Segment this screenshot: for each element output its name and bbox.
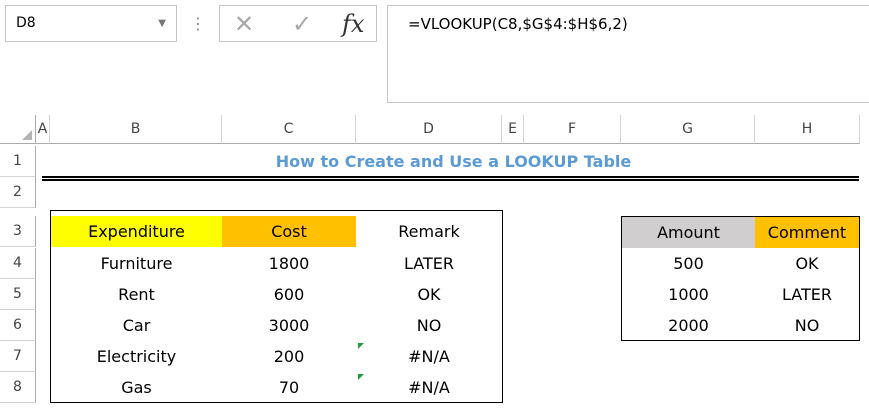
name-box-value: D8 <box>16 15 36 31</box>
drag-handle-icon[interactable]: ⋮ <box>190 14 206 34</box>
cell-amount[interactable]: 2000 <box>622 310 755 341</box>
cell-remark[interactable]: #N/A <box>356 341 502 372</box>
header-cost[interactable]: Cost <box>222 216 356 247</box>
header-remark[interactable]: Remark <box>356 216 502 247</box>
row-header-1[interactable]: 1 <box>0 146 36 177</box>
row-header-8[interactable]: 8 <box>0 372 36 403</box>
formula-input[interactable]: =VLOOKUP(C8,$G$4:$H$6,2) <box>387 5 869 103</box>
formula-text: =VLOOKUP(C8,$G$4:$H$6,2) <box>408 15 628 33</box>
column-header-d[interactable]: D <box>356 115 502 144</box>
formula-buttons: ✕ ✓ fx <box>219 5 377 42</box>
cell-expenditure[interactable]: Furniture <box>51 248 222 279</box>
cell-remark[interactable]: NO <box>356 310 502 341</box>
cell-cost[interactable]: 1800 <box>222 248 356 279</box>
column-header-a[interactable]: A <box>36 115 50 144</box>
cell-expenditure[interactable]: Rent <box>51 279 222 310</box>
row-header-5[interactable]: 5 <box>0 279 36 310</box>
cell-amount[interactable]: 500 <box>622 248 755 279</box>
column-header-h[interactable]: H <box>755 115 860 144</box>
select-all-icon <box>22 130 32 140</box>
cell-remark[interactable]: OK <box>356 279 502 310</box>
cell-cost[interactable]: 600 <box>222 279 356 310</box>
cell-expenditure[interactable]: Electricity <box>51 341 222 372</box>
insert-function-icon[interactable]: fx <box>342 6 364 43</box>
column-header-e[interactable]: E <box>502 115 524 144</box>
cell-comment[interactable]: OK <box>755 248 859 279</box>
title-double-underline <box>42 176 859 181</box>
header-comment[interactable]: Comment <box>755 217 859 248</box>
cell-remark-selected[interactable]: #N/A <box>356 372 502 403</box>
enter-icon[interactable]: ✓ <box>292 6 312 43</box>
row-header-4[interactable]: 4 <box>0 248 36 279</box>
cell-cost[interactable]: 3000 <box>222 310 356 341</box>
chevron-down-icon[interactable]: ▼ <box>158 6 166 41</box>
row-header-6[interactable]: 6 <box>0 310 36 341</box>
name-box[interactable]: D8 ▼ <box>5 5 177 42</box>
cell-cost[interactable]: 200 <box>222 341 356 372</box>
cell-cost[interactable]: 70 <box>222 372 356 403</box>
column-header-b[interactable]: B <box>50 115 222 144</box>
cell-comment[interactable]: NO <box>755 310 859 341</box>
cell-expenditure[interactable]: Gas <box>51 372 222 403</box>
select-all-corner[interactable] <box>0 115 36 144</box>
cell-amount[interactable]: 1000 <box>622 279 755 310</box>
error-indicator-icon[interactable] <box>358 374 364 380</box>
column-header-g[interactable]: G <box>621 115 755 144</box>
column-header-f[interactable]: F <box>524 115 621 144</box>
cell-comment[interactable]: LATER <box>755 279 859 310</box>
cell-remark[interactable]: LATER <box>356 248 502 279</box>
header-amount[interactable]: Amount <box>622 217 755 248</box>
row-header-7[interactable]: 7 <box>0 341 36 372</box>
cell-expenditure[interactable]: Car <box>51 310 222 341</box>
error-indicator-icon[interactable] <box>358 343 364 349</box>
column-header-c[interactable]: C <box>222 115 356 144</box>
row-header-3[interactable]: 3 <box>0 216 36 247</box>
sheet-title[interactable]: How to Create and Use a LOOKUP Table <box>42 146 865 177</box>
cancel-icon[interactable]: ✕ <box>234 6 254 43</box>
row-header-2[interactable]: 2 <box>0 177 36 208</box>
header-expenditure[interactable]: Expenditure <box>51 216 222 247</box>
